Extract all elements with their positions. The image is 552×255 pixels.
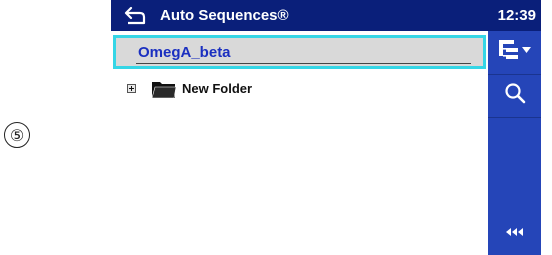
step-marker: ⑤: [4, 122, 30, 148]
list-item-selected[interactable]: OmegA_beta: [113, 35, 486, 69]
tree-menu-button[interactable]: [488, 31, 541, 74]
side-toolbar: [488, 31, 541, 255]
folder-label: New Folder: [182, 81, 253, 96]
search-button[interactable]: [488, 74, 541, 117]
more-options-button[interactable]: [488, 211, 541, 255]
underline-divider: [136, 63, 471, 64]
title-bar: Auto Sequences® 12:39: [111, 0, 541, 31]
folder-icon: [151, 79, 177, 99]
toolbar-divider: [488, 117, 541, 118]
search-icon: [503, 81, 527, 110]
page: ⑤ Auto Sequences® 12:39 OmegA_beta New F…: [0, 0, 552, 255]
device-screen: Auto Sequences® 12:39 OmegA_beta New Fol…: [111, 0, 541, 255]
expand-plus-icon[interactable]: [127, 84, 136, 93]
clock: 12:39: [497, 7, 536, 24]
list-item-folder[interactable]: New Folder: [111, 77, 488, 101]
tree-menu-icon: [496, 38, 534, 67]
list-item-label: OmegA_beta: [138, 44, 231, 61]
page-title: Auto Sequences®: [160, 7, 289, 24]
more-options-icon: [505, 224, 525, 242]
back-arrow-icon[interactable]: [122, 4, 148, 26]
